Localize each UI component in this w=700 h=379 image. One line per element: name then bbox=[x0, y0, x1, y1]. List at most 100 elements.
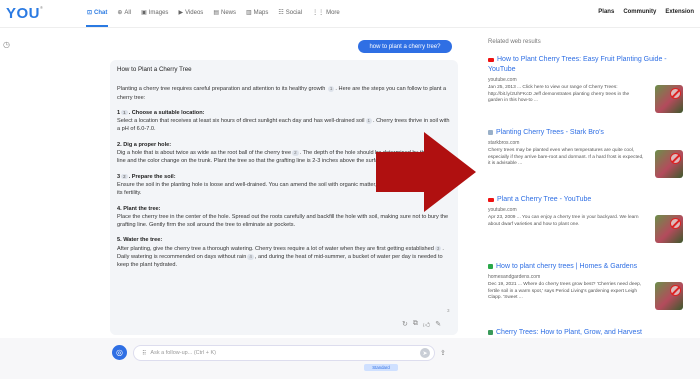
arrow-shape bbox=[376, 132, 476, 212]
citation-badge[interactable]: 1 bbox=[365, 118, 373, 124]
prohibited-sign-icon bbox=[670, 88, 681, 99]
assistant-mode-button[interactable]: ◎ bbox=[112, 345, 127, 360]
result-source: youtube.com bbox=[488, 77, 517, 84]
answer-step: 5. Water the tree: After planting, give t… bbox=[117, 236, 451, 269]
site-favicon-icon bbox=[488, 130, 493, 136]
tab-chat[interactable]: ⊡ Chat bbox=[87, 9, 107, 17]
copy-icon[interactable]: ⧉ bbox=[413, 320, 418, 329]
tab-label: Videos bbox=[185, 9, 204, 16]
regenerate-icon[interactable]: ↻ bbox=[402, 320, 408, 329]
active-tab-indicator bbox=[86, 25, 108, 27]
step-body: Select a location that receives at least… bbox=[117, 118, 365, 125]
tab-videos[interactable]: ▶ Videos bbox=[178, 9, 204, 17]
tab-maps[interactable]: ▥ Maps bbox=[246, 9, 269, 17]
step-heading: 32. Prepare the soil: bbox=[117, 173, 176, 180]
step-body: Dig a hole that is about twice as wide a… bbox=[117, 150, 292, 157]
answer-title: How to Plant a Cherry Tree bbox=[117, 66, 192, 73]
account-links: Plans Community Extension bbox=[598, 9, 694, 15]
tab-label: More bbox=[326, 9, 340, 16]
top-navigation-bar: YOU® ⊡ Chat ⊕ All ▣ Images ▶ Videos ▤ News ▥ Maps ☷ S… bbox=[0, 0, 700, 28]
tab-more[interactable]: ⋮⋮ More bbox=[312, 9, 340, 17]
answer-step: 11. Choose a suitable location: Select a … bbox=[117, 109, 451, 134]
result-thumbnail[interactable] bbox=[655, 215, 683, 243]
follow-up-input[interactable]: ⠿ Ask a follow-up... (Ctrl + K) bbox=[133, 345, 435, 361]
result-thumbnail[interactable] bbox=[655, 150, 683, 178]
user-query-bubble: how to plant a cherry tree? bbox=[358, 40, 452, 53]
images-icon: ▣ bbox=[141, 10, 147, 16]
result-title-link[interactable]: Planting Cherry Trees - Stark Bro's bbox=[488, 128, 688, 138]
citation-badge[interactable]: 2 bbox=[292, 150, 299, 156]
site-favicon-icon bbox=[488, 264, 493, 270]
community-link[interactable]: Community bbox=[623, 9, 656, 15]
logo-text: YOU bbox=[6, 5, 41, 22]
step-heading-text: . Prepare the soil: bbox=[128, 173, 176, 180]
all-icon: ⊕ bbox=[117, 10, 123, 16]
social-icon: ☷ bbox=[278, 10, 284, 16]
step-heading-text: . Choose a suitable location: bbox=[128, 109, 205, 116]
result-title-link[interactable]: Plant a Cherry Tree - YouTube bbox=[488, 195, 688, 205]
red-arrow-overlay bbox=[376, 132, 476, 212]
tab-label: News bbox=[220, 9, 236, 16]
result-thumbnail[interactable] bbox=[655, 85, 683, 113]
step-heading: 5. Water the tree: bbox=[117, 237, 162, 243]
intro-text: Planting a cherry tree requires careful … bbox=[117, 86, 326, 93]
you-logo[interactable]: YOU® bbox=[6, 5, 43, 22]
answer-actions: ↻ ⧉ 👍︎ ✎ bbox=[402, 320, 441, 329]
result-title: Planting Cherry Trees - Stark Bro's bbox=[496, 129, 604, 136]
result-title: How to Plant Cherry Trees: Easy Fruit Pl… bbox=[488, 56, 667, 74]
upload-icon[interactable]: ⇪ bbox=[440, 349, 446, 357]
step-heading: 4. Plant the tree: bbox=[117, 206, 161, 212]
result-source: homesandgardens.com bbox=[488, 274, 541, 281]
tab-label: Maps bbox=[253, 9, 269, 16]
result-title: Cherry Trees: How to Plant, Grow, and Ha… bbox=[496, 329, 642, 336]
step-heading-text: . Water the tree: bbox=[120, 237, 163, 244]
thumbs-down-icon[interactable]: ✎ bbox=[435, 320, 441, 329]
citation-badge[interactable]: 1 bbox=[327, 86, 335, 92]
search-mode-tabs: ⊡ Chat ⊕ All ▣ Images ▶ Videos ▤ News ▥ Maps ☷ Social… bbox=[87, 9, 350, 17]
scroll-page-count: 3 bbox=[447, 308, 450, 313]
tab-news[interactable]: ▤ News bbox=[213, 9, 236, 17]
thumbs-up-icon[interactable]: 👍︎ bbox=[423, 320, 430, 329]
result-source: starkbros.com bbox=[488, 140, 520, 147]
plans-link[interactable]: Plans bbox=[598, 9, 614, 15]
result-title-link[interactable]: How to plant cherry trees | Homes & Gard… bbox=[488, 262, 688, 272]
tab-images[interactable]: ▣ Images bbox=[141, 9, 169, 17]
tab-all[interactable]: ⊕ All bbox=[117, 9, 132, 17]
result-title-link[interactable]: How to Plant Cherry Trees: Easy Fruit Pl… bbox=[488, 55, 688, 75]
result-snippet: Cherry trees may be planted even when te… bbox=[488, 148, 644, 167]
apps-grid-icon[interactable]: ⠿ bbox=[142, 350, 146, 357]
result-title-link[interactable]: Cherry Trees: How to Plant, Grow, and Ha… bbox=[488, 328, 688, 338]
youtube-icon bbox=[488, 57, 494, 62]
site-favicon-icon bbox=[488, 330, 493, 336]
citation-badge[interactable]: 3 bbox=[434, 245, 442, 252]
history-icon[interactable]: ◷ bbox=[3, 40, 10, 49]
videos-icon: ▶ bbox=[178, 10, 184, 16]
result-title: Plant a Cherry Tree - YouTube bbox=[497, 196, 592, 203]
tab-label: All bbox=[124, 9, 132, 16]
citation-badge[interactable]: 1 bbox=[121, 109, 128, 116]
tab-label: Social bbox=[285, 9, 303, 16]
answer-intro: Planting a cherry tree requires careful … bbox=[117, 85, 451, 102]
logo-mark: ® bbox=[40, 5, 44, 10]
prohibited-sign-icon bbox=[670, 153, 681, 164]
chat-icon: ⊡ bbox=[87, 10, 93, 16]
tab-label: Images bbox=[148, 9, 169, 16]
citation-badge[interactable]: 2 bbox=[121, 173, 128, 180]
step-number: 1 bbox=[117, 109, 121, 116]
send-icon[interactable]: ➤ bbox=[420, 348, 430, 358]
step-heading-text: . Dig a proper hole: bbox=[120, 141, 172, 148]
prohibited-sign-icon bbox=[670, 285, 681, 296]
related-result[interactable]: Cherry Trees: How to Plant, Grow, and Ha… bbox=[488, 328, 688, 338]
step-body: After planting, give the cherry tree a t… bbox=[117, 245, 434, 252]
mode-tag[interactable]: Standard bbox=[364, 364, 398, 371]
tab-social[interactable]: ☷ Social bbox=[278, 9, 303, 17]
result-title: How to plant cherry trees | Homes & Gard… bbox=[496, 263, 638, 270]
maps-icon: ▥ bbox=[246, 10, 252, 16]
citation-badge[interactable]: 4 bbox=[247, 254, 254, 260]
user-query-text: how to plant a cherry tree? bbox=[369, 43, 441, 50]
extension-link[interactable]: Extension bbox=[665, 9, 694, 15]
result-snippet: Apr 23, 2009 ... You can enjoy a cherry … bbox=[488, 215, 639, 227]
news-icon: ▤ bbox=[213, 10, 219, 16]
result-thumbnail[interactable] bbox=[655, 282, 683, 310]
step-heading: 11. Choose a suitable location: bbox=[117, 109, 205, 116]
